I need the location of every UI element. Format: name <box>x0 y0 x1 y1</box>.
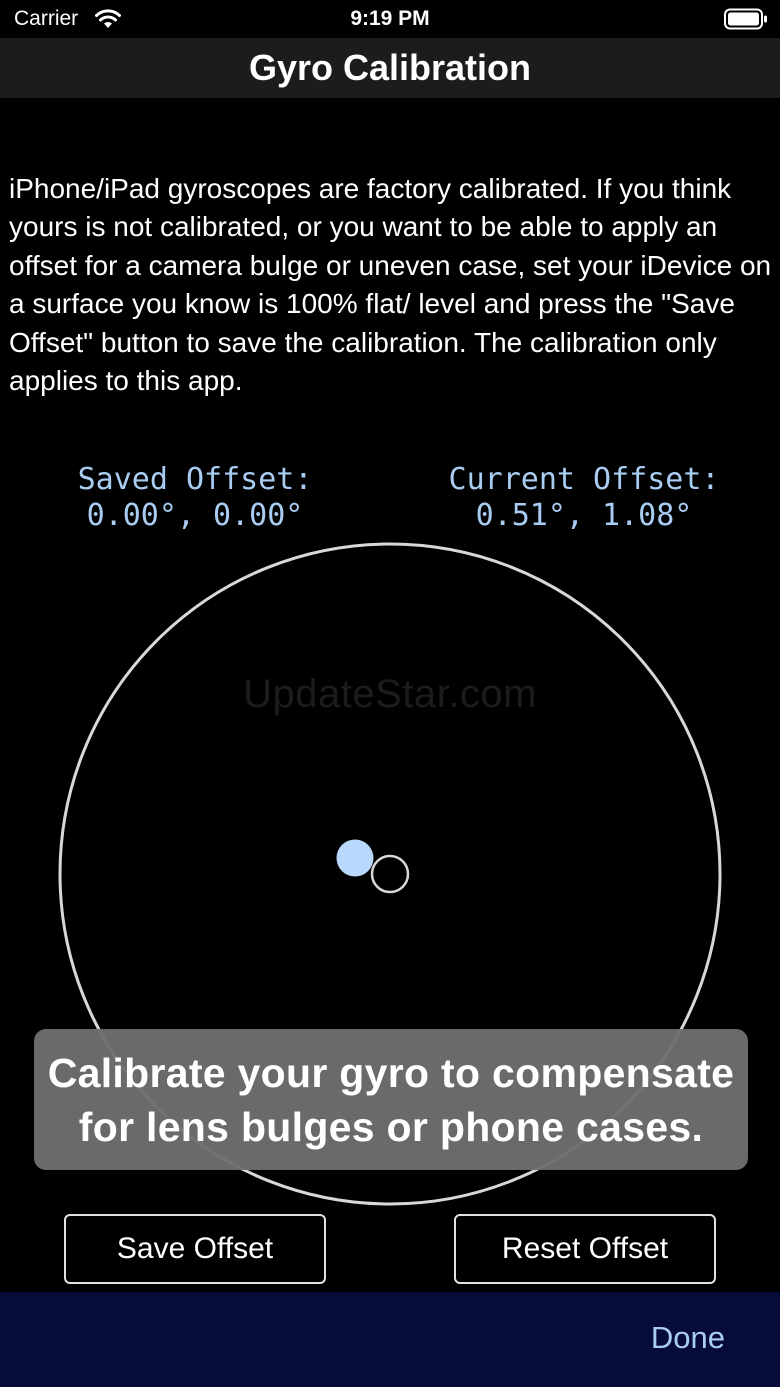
watermark: UpdateStar.com <box>243 672 537 716</box>
save-offset-button[interactable]: Save Offset <box>64 1214 326 1284</box>
status-time: 9:19 PM <box>350 7 430 30</box>
level-bubble <box>336 839 374 877</box>
status-bar: Carrier 9:19 PM <box>0 0 780 38</box>
level-target-ring <box>370 854 410 894</box>
current-offset-label: Current Offset: <box>448 462 720 497</box>
banner-line-1: Calibrate your gyro to compensate <box>47 1050 735 1096</box>
done-button[interactable]: Done <box>651 1320 725 1356</box>
promo-banner: Calibrate your gyro to compensate for le… <box>34 1029 748 1170</box>
banner-line-2: for lens bulges or phone cases. <box>78 1104 704 1150</box>
current-offset-readout: Current Offset: 0.51°, 1.08° <box>424 462 744 534</box>
saved-offset-readout: Saved Offset: 0.00°, 0.00° <box>40 462 350 534</box>
page-title: Gyro Calibration <box>248 47 532 88</box>
calibration-description: iPhone/iPad gyroscopes are factory calib… <box>9 173 772 397</box>
battery-icon <box>724 8 768 30</box>
current-offset-value: 0.51°, 1.08° <box>475 498 693 533</box>
saved-offset-value: 0.00°, 0.00° <box>86 498 304 533</box>
navigation-bar: Gyro Calibration <box>0 38 780 98</box>
saved-offset-label: Saved Offset: <box>77 462 313 497</box>
reset-offset-button[interactable]: Reset Offset <box>454 1214 716 1284</box>
bottom-toolbar: Done <box>0 1292 780 1387</box>
